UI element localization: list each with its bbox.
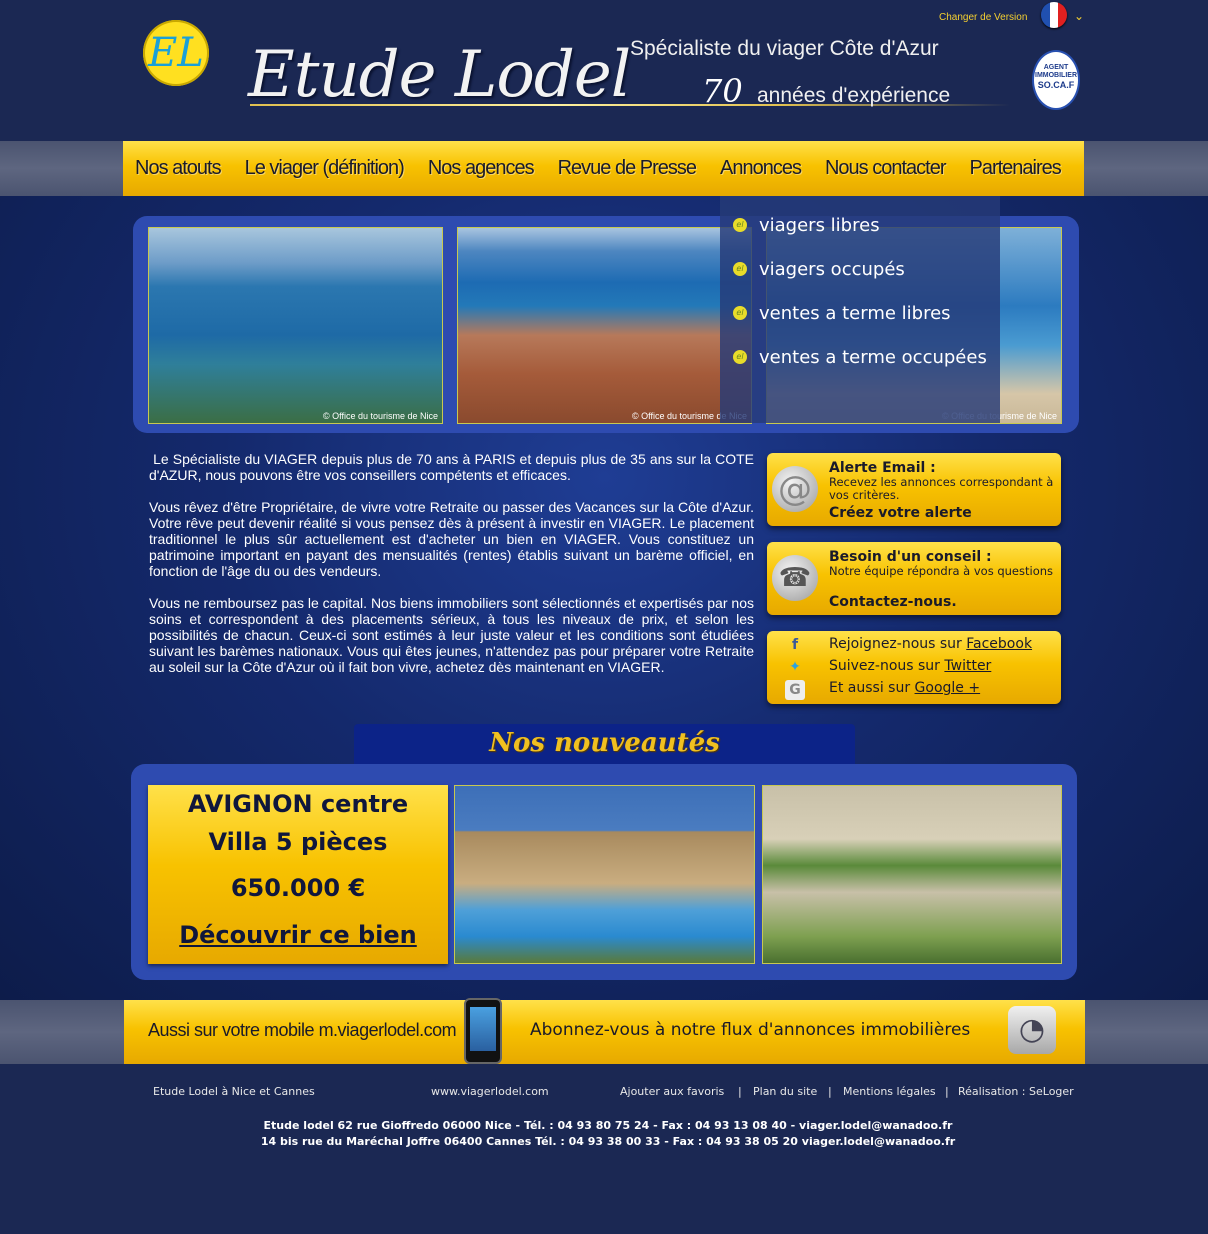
- facebook-link[interactable]: Facebook: [966, 636, 1032, 652]
- footer-favoris-link[interactable]: Ajouter aux favoris: [620, 1085, 724, 1098]
- listing-photo-garden[interactable]: [762, 785, 1062, 964]
- listing-type: Villa 5 pièces: [208, 828, 388, 856]
- footer-site-link[interactable]: www.viagerlodel.com: [431, 1085, 549, 1098]
- advice-title: Besoin d'un conseil :: [829, 549, 992, 565]
- nouveautes-title: Nos nouveautés: [489, 728, 720, 758]
- bottom-bar: Aussi sur votre mobile m.viagerlodel.com…: [124, 998, 1085, 1064]
- twitter-icon[interactable]: ✦: [785, 657, 805, 677]
- intro-paragraph: Vous rêvez d'être Propriétaire, de vivre…: [149, 499, 754, 579]
- photo-credit: © Office du tourisme de Nice: [322, 411, 438, 421]
- flag-fr-icon[interactable]: [1041, 2, 1067, 28]
- nav-item-nos-atouts[interactable]: Nos atouts: [135, 157, 222, 180]
- intro-paragraph: Le Spécialiste du VIAGER depuis plus de …: [149, 451, 755, 483]
- nouveautes-tab: Nos nouveautés: [354, 724, 855, 766]
- nav-item-annonces[interactable]: Annonces: [720, 157, 802, 180]
- alert-email-box[interactable]: @ Alerte Email : Recevez les annonces co…: [767, 453, 1061, 526]
- social-box: f ✦ G Rejoignez-nous sur Facebook Suivez…: [767, 631, 1061, 704]
- dropdown-label: ventes a terme occupées: [759, 346, 987, 368]
- footer-plan-link[interactable]: Plan du site: [753, 1085, 817, 1098]
- banner-photo-1: © Office du tourisme de Nice: [148, 227, 443, 424]
- dropdown-item-ventes-occupees[interactable]: el ventes a terme occupées: [720, 335, 1000, 379]
- brand-title: Etude Lodel: [248, 38, 631, 112]
- advice-text: Notre équipe répondra à vos questions: [829, 564, 1054, 578]
- alert-title: Alerte Email :: [829, 460, 936, 476]
- footer-separator: |: [945, 1085, 949, 1098]
- change-version-link[interactable]: Changer de Version: [939, 12, 1027, 23]
- dropdown-item-viagers-occupes[interactable]: el viagers occupés: [720, 247, 1000, 291]
- footer-left: Etude Lodel à Nice et Cannes: [153, 1085, 315, 1098]
- bullet-icon: el: [733, 306, 747, 320]
- footer-realisation-link[interactable]: Réalisation : SeLoger: [958, 1085, 1074, 1098]
- social-twitter: Suivez-nous sur Twitter: [829, 658, 991, 674]
- dropdown-label: viagers occupés: [759, 258, 905, 280]
- bullet-icon: el: [733, 262, 747, 276]
- footer-address-nice: Etude lodel 62 rue Gioffredo 06000 Nice …: [263, 1119, 953, 1132]
- tagline-experience: années d'expérience: [757, 84, 951, 107]
- facebook-icon[interactable]: f: [785, 635, 805, 655]
- bullet-icon: el: [733, 350, 747, 364]
- nav-item-contact[interactable]: Nous contacter: [825, 157, 947, 180]
- dropdown-item-viagers-libres[interactable]: el viagers libres: [720, 203, 1000, 247]
- rss-icon[interactable]: ◔: [1008, 1006, 1056, 1054]
- social-facebook: Rejoignez-nous sur Facebook: [829, 636, 1032, 652]
- phone-icon: ☎: [772, 555, 818, 601]
- nav-item-presse[interactable]: Revue de Presse: [558, 157, 697, 180]
- featured-listing-card[interactable]: AVIGNON centre Villa 5 pièces 650.000 € …: [148, 785, 448, 964]
- alert-text: Recevez les annonces correspondant à vos…: [829, 475, 1054, 502]
- badge-bottom: SO.CA.F: [1037, 80, 1075, 90]
- rss-subscribe-link[interactable]: Abonnez-vous à notre flux d'annonces imm…: [530, 1020, 970, 1040]
- dropdown-label: viagers libres: [759, 214, 880, 236]
- badge-top: AGENT IMMOBILIER: [1035, 64, 1077, 79]
- footer-mentions-link[interactable]: Mentions légales: [843, 1085, 936, 1098]
- listing-photo-villa[interactable]: [454, 785, 755, 964]
- advice-cta[interactable]: Contactez-nous.: [829, 594, 957, 610]
- tagline-specialist: Spécialiste du viager Côte d'Azur: [630, 37, 939, 60]
- nav-item-agences[interactable]: Nos agences: [428, 157, 535, 180]
- nav-item-viager[interactable]: Le viager (définition): [245, 157, 405, 180]
- main-nav: Nos atouts Le viager (définition) Nos ag…: [123, 141, 1084, 196]
- listing-cta-link[interactable]: Découvrir ce bien: [148, 921, 448, 949]
- logo[interactable]: EL: [143, 20, 209, 86]
- social-prefix: Et aussi sur: [829, 680, 911, 696]
- banner-photo-2: © Office du tourisme de Nice: [457, 227, 752, 424]
- social-google: Et aussi sur Google +: [829, 680, 980, 696]
- tagline-years: 70: [702, 72, 743, 110]
- chevron-down-icon[interactable]: ⌄: [1074, 9, 1084, 23]
- smartphone-icon: [464, 998, 502, 1064]
- intro-text: Le Spécialiste du VIAGER depuis plus de …: [149, 451, 754, 691]
- intro-paragraph: Vous ne remboursez pas le capital. Nos b…: [149, 595, 754, 675]
- listing-city: AVIGNON centre: [187, 790, 409, 818]
- google-icon[interactable]: G: [785, 680, 805, 700]
- listing-price: 650.000 €: [230, 874, 366, 902]
- dropdown-label: ventes a terme libres: [759, 302, 951, 324]
- nav-item-partenaires[interactable]: Partenaires: [969, 157, 1061, 180]
- logo-letters: EL: [148, 30, 204, 76]
- social-prefix: Suivez-nous sur: [829, 658, 940, 674]
- bullet-icon: el: [733, 218, 747, 232]
- alert-cta[interactable]: Créez votre alerte: [829, 505, 972, 521]
- mobile-site-link[interactable]: Aussi sur votre mobile m.viagerlodel.com: [148, 1020, 457, 1041]
- footer-separator: |: [738, 1085, 742, 1098]
- dropdown-item-ventes-libres[interactable]: el ventes a terme libres: [720, 291, 1000, 335]
- google-link[interactable]: Google +: [915, 680, 981, 696]
- footer-address-cannes: 14 bis rue du Maréchal Joffre 06400 Cann…: [260, 1135, 956, 1148]
- advice-box[interactable]: ☎ Besoin d'un conseil : Notre équipe rép…: [767, 542, 1061, 615]
- footer-separator: |: [828, 1085, 832, 1098]
- social-prefix: Rejoignez-nous sur: [829, 636, 962, 652]
- annonces-dropdown: el viagers libres el viagers occupés el ven…: [720, 196, 1000, 423]
- twitter-link[interactable]: Twitter: [944, 658, 991, 674]
- socaf-badge: AGENT IMMOBILIER SO.CA.F: [1032, 50, 1080, 110]
- at-icon: @: [772, 466, 818, 512]
